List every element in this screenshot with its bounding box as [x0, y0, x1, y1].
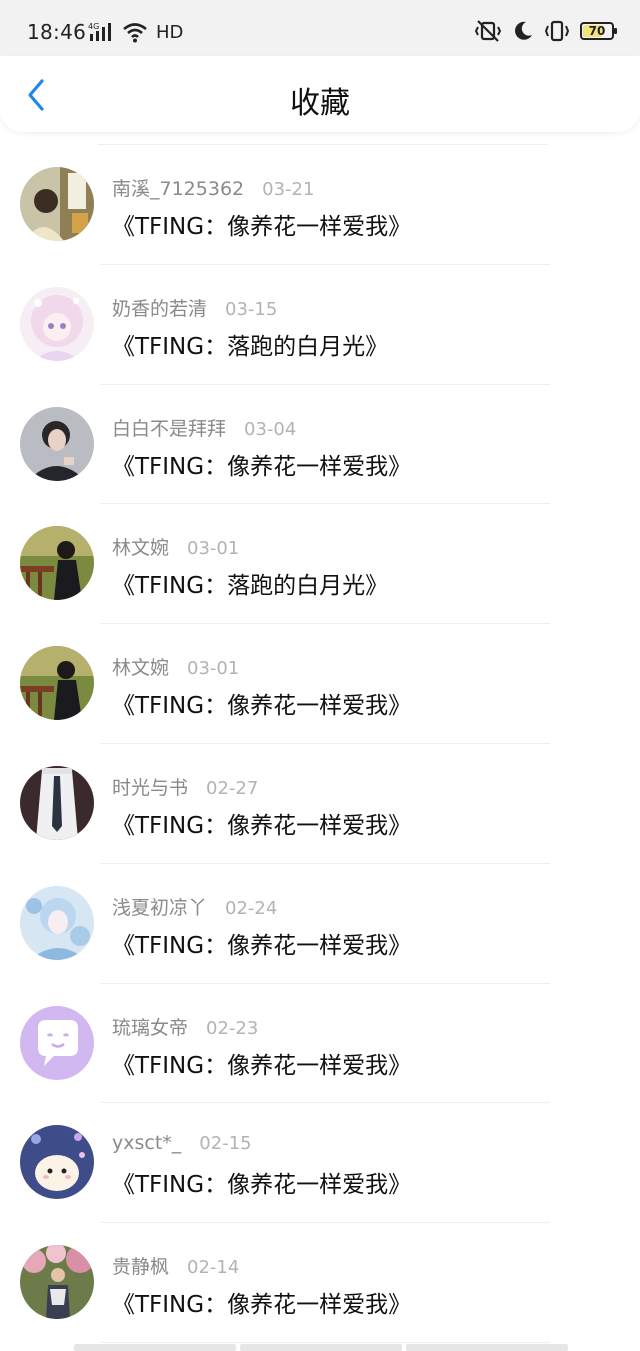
- list-item[interactable]: 白白不是拜拜 03-04 《TFING：像养花一样爱我》: [0, 385, 640, 505]
- item-date: 02-27: [206, 777, 259, 799]
- item-meta: 琉璃女帝 02-23: [112, 1013, 258, 1040]
- user-name: 浅夏初凉丫: [112, 896, 208, 919]
- item-meta: 林文婉 03-01: [112, 533, 239, 560]
- avatar[interactable]: [20, 1125, 94, 1200]
- item-date: 02-14: [187, 1257, 240, 1279]
- user-name: 林文婉: [112, 537, 170, 560]
- avatar[interactable]: [20, 406, 94, 481]
- status-bar: 18:46 4G HD 70: [0, 0, 640, 64]
- vibrate-icon: [544, 20, 570, 42]
- item-meta: 时光与书 02-27: [112, 773, 258, 800]
- signal-icon: 4G: [88, 22, 111, 41]
- work-title: 《TFING：像养花一样爱我》: [112, 453, 412, 480]
- user-name: 时光与书: [112, 776, 189, 799]
- avatar[interactable]: [20, 1005, 94, 1080]
- work-title: 《TFING：像养花一样爱我》: [112, 1052, 412, 1079]
- list-item[interactable]: 奶香的若清 03-15 《TFING：落跑的白月光》: [0, 265, 640, 385]
- list-item[interactable]: 南溪_7125362 03-21 《TFING：像养花一样爱我》: [0, 145, 640, 265]
- favorites-list: 南溪_7125362 03-21 《TFING：像养花一样爱我》 奶香的若清 03-…: [0, 145, 640, 1343]
- top-app-bar: 收藏: [0, 56, 640, 132]
- item-date: 03-01: [187, 658, 240, 680]
- work-title: 《TFING：像养花一样爱我》: [112, 812, 412, 839]
- user-name: 琉璃女帝: [112, 1016, 189, 1039]
- item-date: 02-15: [199, 1133, 252, 1155]
- item-meta: 贵静枫 02-14: [112, 1252, 239, 1279]
- work-title: 《TFING：像养花一样爱我》: [112, 932, 412, 959]
- list-item[interactable]: 林文婉 03-01 《TFING：落跑的白月光》: [0, 504, 640, 625]
- wifi-icon: [123, 23, 147, 43]
- list-item[interactable]: 时光与书 02-27 《TFING：像养花一样爱我》: [0, 744, 640, 864]
- list-item[interactable]: 贵静枫 02-14 《TFING：像养花一样爱我》: [0, 1223, 640, 1343]
- item-date: 03-21: [262, 179, 315, 200]
- list-item[interactable]: 浅夏初凉丫 02-24 《TFING：像养花一样爱我》: [0, 864, 640, 984]
- work-title: 《TFING：像养花一样爱我》: [112, 693, 412, 720]
- item-date: 03-04: [244, 418, 297, 440]
- battery-level: 70: [588, 24, 606, 38]
- status-left-icons: 4G HD: [88, 20, 183, 44]
- user-name: 林文婉: [112, 657, 170, 680]
- avatar[interactable]: [20, 1245, 94, 1320]
- avatar[interactable]: [20, 765, 94, 840]
- user-name: 贵静枫: [112, 1256, 170, 1279]
- item-meta: 浅夏初凉丫 02-24: [112, 893, 277, 920]
- bottom-scroll-indicator: [74, 1344, 568, 1351]
- page-title: 收藏: [290, 86, 350, 121]
- status-hd: HD: [156, 21, 184, 43]
- avatar[interactable]: [20, 286, 94, 361]
- user-name: 奶香的若清: [112, 297, 208, 320]
- item-date: 03-15: [225, 298, 278, 320]
- item-meta: yxsct*_ 02-15: [112, 1132, 252, 1154]
- moon-icon: [515, 21, 532, 40]
- work-title: 《TFING：落跑的白月光》: [112, 333, 389, 360]
- svg-text:4G: 4G: [88, 22, 99, 31]
- user-name: 南溪_7125362: [112, 178, 245, 200]
- user-name: 白白不是拜拜: [112, 417, 227, 440]
- item-date: 02-24: [225, 897, 278, 919]
- item-meta: 林文婉 03-01: [112, 653, 239, 680]
- status-right-icons: 70: [474, 18, 617, 44]
- battery-icon: 70: [580, 22, 617, 40]
- list-item[interactable]: 琉璃女帝 02-23 《TFING：像养花一样爱我》: [0, 984, 640, 1104]
- work-title: 《TFING：像养花一样爱我》: [112, 214, 412, 240]
- work-title: 《TFING：像养花一样爱我》: [112, 1292, 412, 1319]
- avatar[interactable]: [20, 646, 94, 721]
- avatar[interactable]: [20, 526, 94, 601]
- list-item[interactable]: yxsct*_ 02-15 《TFING：像养花一样爱我》: [0, 1103, 640, 1224]
- avatar[interactable]: [20, 885, 94, 960]
- item-meta: 南溪_7125362 03-21: [112, 174, 314, 201]
- item-meta: 奶香的若清 03-15: [112, 294, 277, 321]
- user-name: yxsct*_: [112, 1132, 182, 1155]
- vibrate-off-icon: [474, 20, 502, 42]
- item-date: 03-01: [187, 538, 240, 560]
- work-title: 《TFING：落跑的白月光》: [112, 573, 389, 600]
- avatar[interactable]: [20, 167, 94, 241]
- divider: [100, 1341, 550, 1343]
- work-title: 《TFING：像养花一样爱我》: [112, 1172, 412, 1199]
- item-meta: 白白不是拜拜 03-04: [112, 414, 296, 441]
- item-date: 02-23: [206, 1017, 259, 1039]
- list-item[interactable]: 林文婉 03-01 《TFING：像养花一样爱我》: [0, 624, 640, 744]
- status-time: 18:46: [27, 20, 87, 44]
